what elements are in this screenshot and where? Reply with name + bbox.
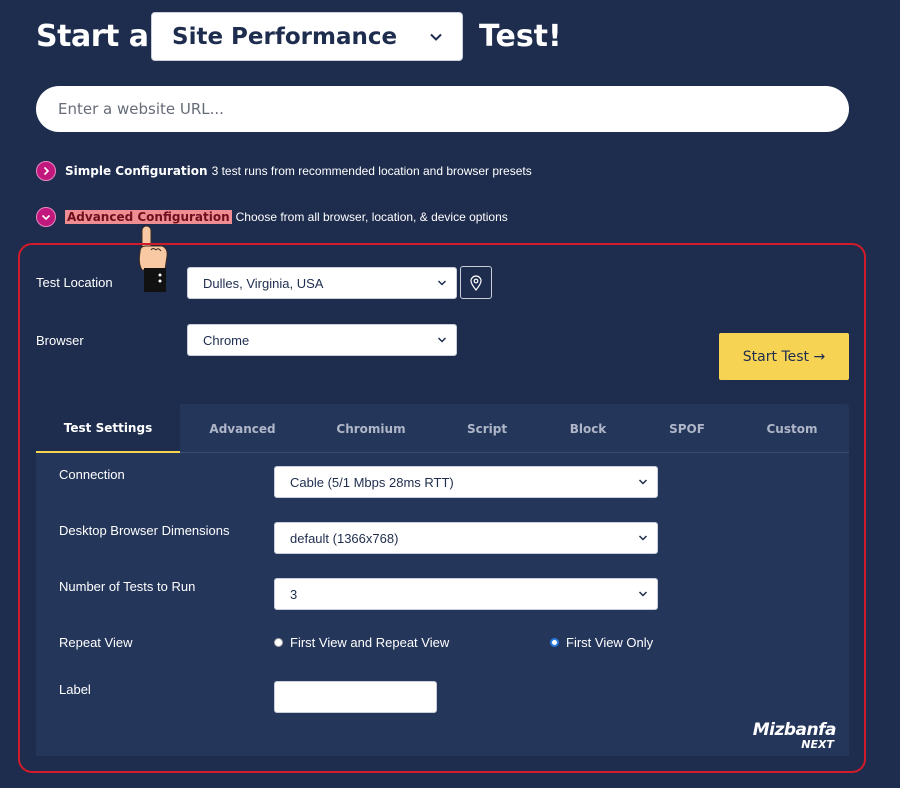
advanced-config-toggle[interactable]: Advanced Configuration Choose from all b… [36,207,508,227]
num-tests-select[interactable]: 3 [274,578,658,610]
connection-select[interactable]: Cable (5/1 Mbps 28ms RTT) [274,466,658,498]
chevron-down-icon [437,337,447,343]
brand-logo: Mizbanfa NEXT [746,720,837,751]
chevron-down-icon [36,207,56,227]
advanced-config-description: Choose from all browser, location, & dev… [235,210,508,224]
headline-prefix: Start a [36,18,149,54]
test-location-label: Test Location [36,275,113,290]
tab-script[interactable]: Script [437,404,537,453]
simple-config-title: Simple Configuration [65,164,208,178]
start-test-button[interactable]: Start Test → [719,333,849,380]
simple-config-toggle[interactable]: Simple Configuration 3 test runs from re… [36,161,532,181]
browser-label: Browser [36,333,84,348]
map-pin-icon [470,274,482,291]
tab-block[interactable]: Block [537,404,639,453]
connection-value: Cable (5/1 Mbps 28ms RTT) [290,474,454,490]
radio-checked-icon [550,638,559,647]
test-type-value: Site Performance [172,23,398,50]
chevron-down-icon [430,33,442,41]
label-input[interactable] [274,681,437,713]
map-location-button[interactable] [460,266,492,299]
connection-label: Connection [59,467,125,482]
test-location-value: Dulles, Virginia, USA [203,275,324,291]
headline-suffix: Test! [479,18,562,54]
radio-first-and-repeat-label: First View and Repeat View [290,635,450,650]
test-type-select[interactable]: Site Performance [151,12,463,61]
radio-first-view-only-label: First View Only [566,635,654,650]
chevron-down-icon [437,280,447,286]
dimensions-select[interactable]: default (1366x768) [274,522,658,554]
radio-unchecked-icon [274,638,283,647]
brand-name: Mizbanfa [752,720,837,740]
radio-first-view-only[interactable]: First View Only [550,635,653,650]
radio-first-and-repeat[interactable]: First View and Repeat View [274,635,449,650]
chevron-down-icon [638,479,648,485]
advanced-config-title: Advanced Configuration [65,210,232,224]
chevron-down-icon [638,591,648,597]
headline-end: Test! [479,12,562,60]
repeat-view-label: Repeat View [59,635,133,650]
test-location-select[interactable]: Dulles, Virginia, USA [187,267,457,299]
chevron-right-icon [36,161,56,181]
simple-config-description: 3 test runs from recommended location an… [211,164,532,178]
dimensions-value: default (1366x768) [290,530,399,546]
settings-tabs: Test Settings Advanced Chromium Script B… [36,404,849,453]
num-tests-label: Number of Tests to Run [59,579,196,594]
label-field-label: Label [59,682,91,697]
url-input[interactable] [36,86,849,132]
browser-value: Chrome [203,332,250,348]
tab-spof[interactable]: SPOF [639,404,735,453]
headline: Start a [36,12,149,60]
tab-test-settings[interactable]: Test Settings [36,404,180,453]
tab-advanced[interactable]: Advanced [180,404,305,453]
browser-select[interactable]: Chrome [187,324,457,356]
num-tests-value: 3 [290,586,298,602]
chevron-down-icon [638,535,648,541]
tab-custom[interactable]: Custom [735,404,849,453]
brand-sub: NEXT [801,738,834,751]
tab-chromium[interactable]: Chromium [305,404,437,453]
dimensions-label: Desktop Browser Dimensions [59,523,230,538]
